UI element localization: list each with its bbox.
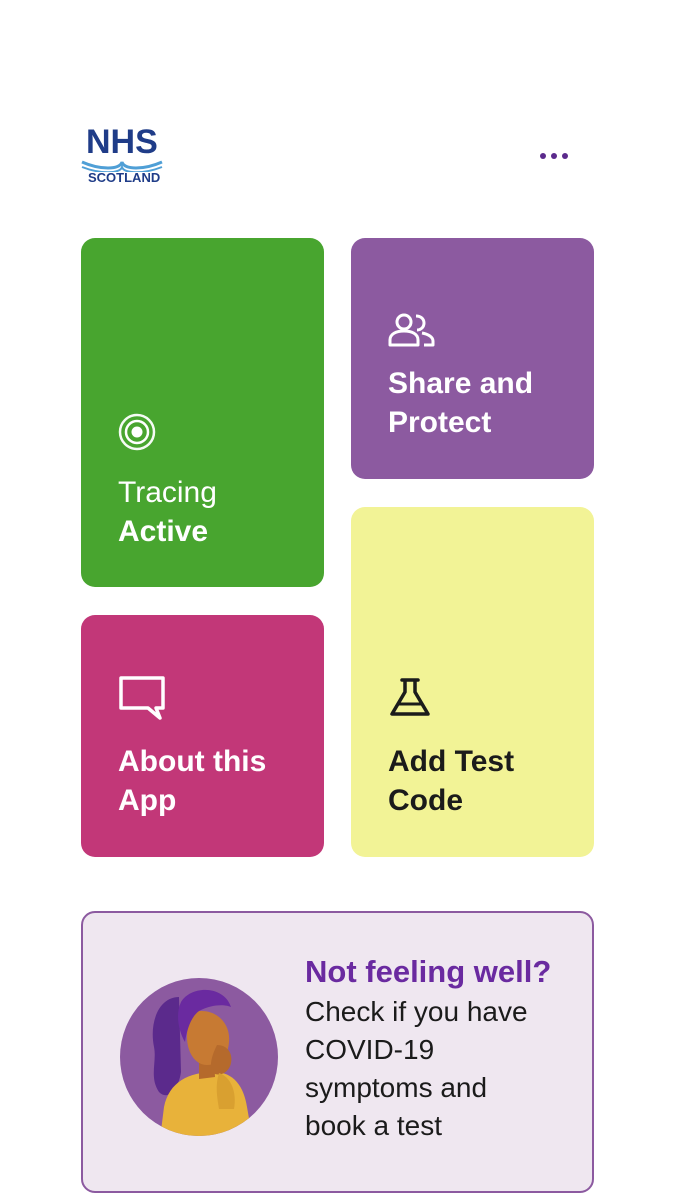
share-label-line2: Protect [388,406,492,439]
chat-bubble-icon [119,676,165,720]
home-screen: NHS SCOTLAND Tracing Active Share and Pr… [0,0,675,1200]
tracing-label-line2: Active [118,515,209,548]
test-label-line1: Add Test [388,745,515,778]
about-this-app-tile[interactable]: About this App [81,615,324,857]
card-title: Not feeling well? [305,954,552,989]
card-description-line1: Check if you have [305,996,528,1027]
target-icon [118,413,156,451]
share-and-protect-tile[interactable]: Share and Protect [351,238,594,479]
about-label-line2: App [118,784,177,817]
add-test-code-tile[interactable]: Add Test Code [351,507,594,857]
logo-scotland-text: SCOTLAND [88,170,161,185]
menu-dot [540,153,546,159]
symptom-check-card[interactable]: Not feeling well? Check if you have COVI… [81,911,594,1193]
share-label-line1: Share and [388,367,534,400]
tracing-label: Tracing Active [118,473,304,551]
flask-icon [390,678,430,716]
card-description-line4: book a test [305,1110,442,1141]
tracing-active-tile[interactable]: Tracing Active [81,238,324,587]
tracing-label-line1: Tracing [118,476,217,509]
people-icon [388,313,435,347]
card-description: Check if you have COVID-19 symptoms and … [305,993,575,1145]
menu-dot [562,153,568,159]
logo-nhs-text: NHS [86,123,158,161]
more-options-button[interactable] [532,140,576,172]
card-description-line3: symptoms and [305,1072,488,1103]
nhs-scotland-logo: NHS SCOTLAND [80,124,164,188]
share-label: Share and Protect [388,364,574,442]
test-label-line2: Code [388,784,463,817]
card-description-line2: COVID-19 [305,1034,435,1065]
about-label-line1: About this [118,745,267,778]
person-unwell-illustration [120,978,278,1136]
menu-dot [551,153,557,159]
about-label: About this App [118,742,304,820]
test-label: Add Test Code [388,742,574,820]
